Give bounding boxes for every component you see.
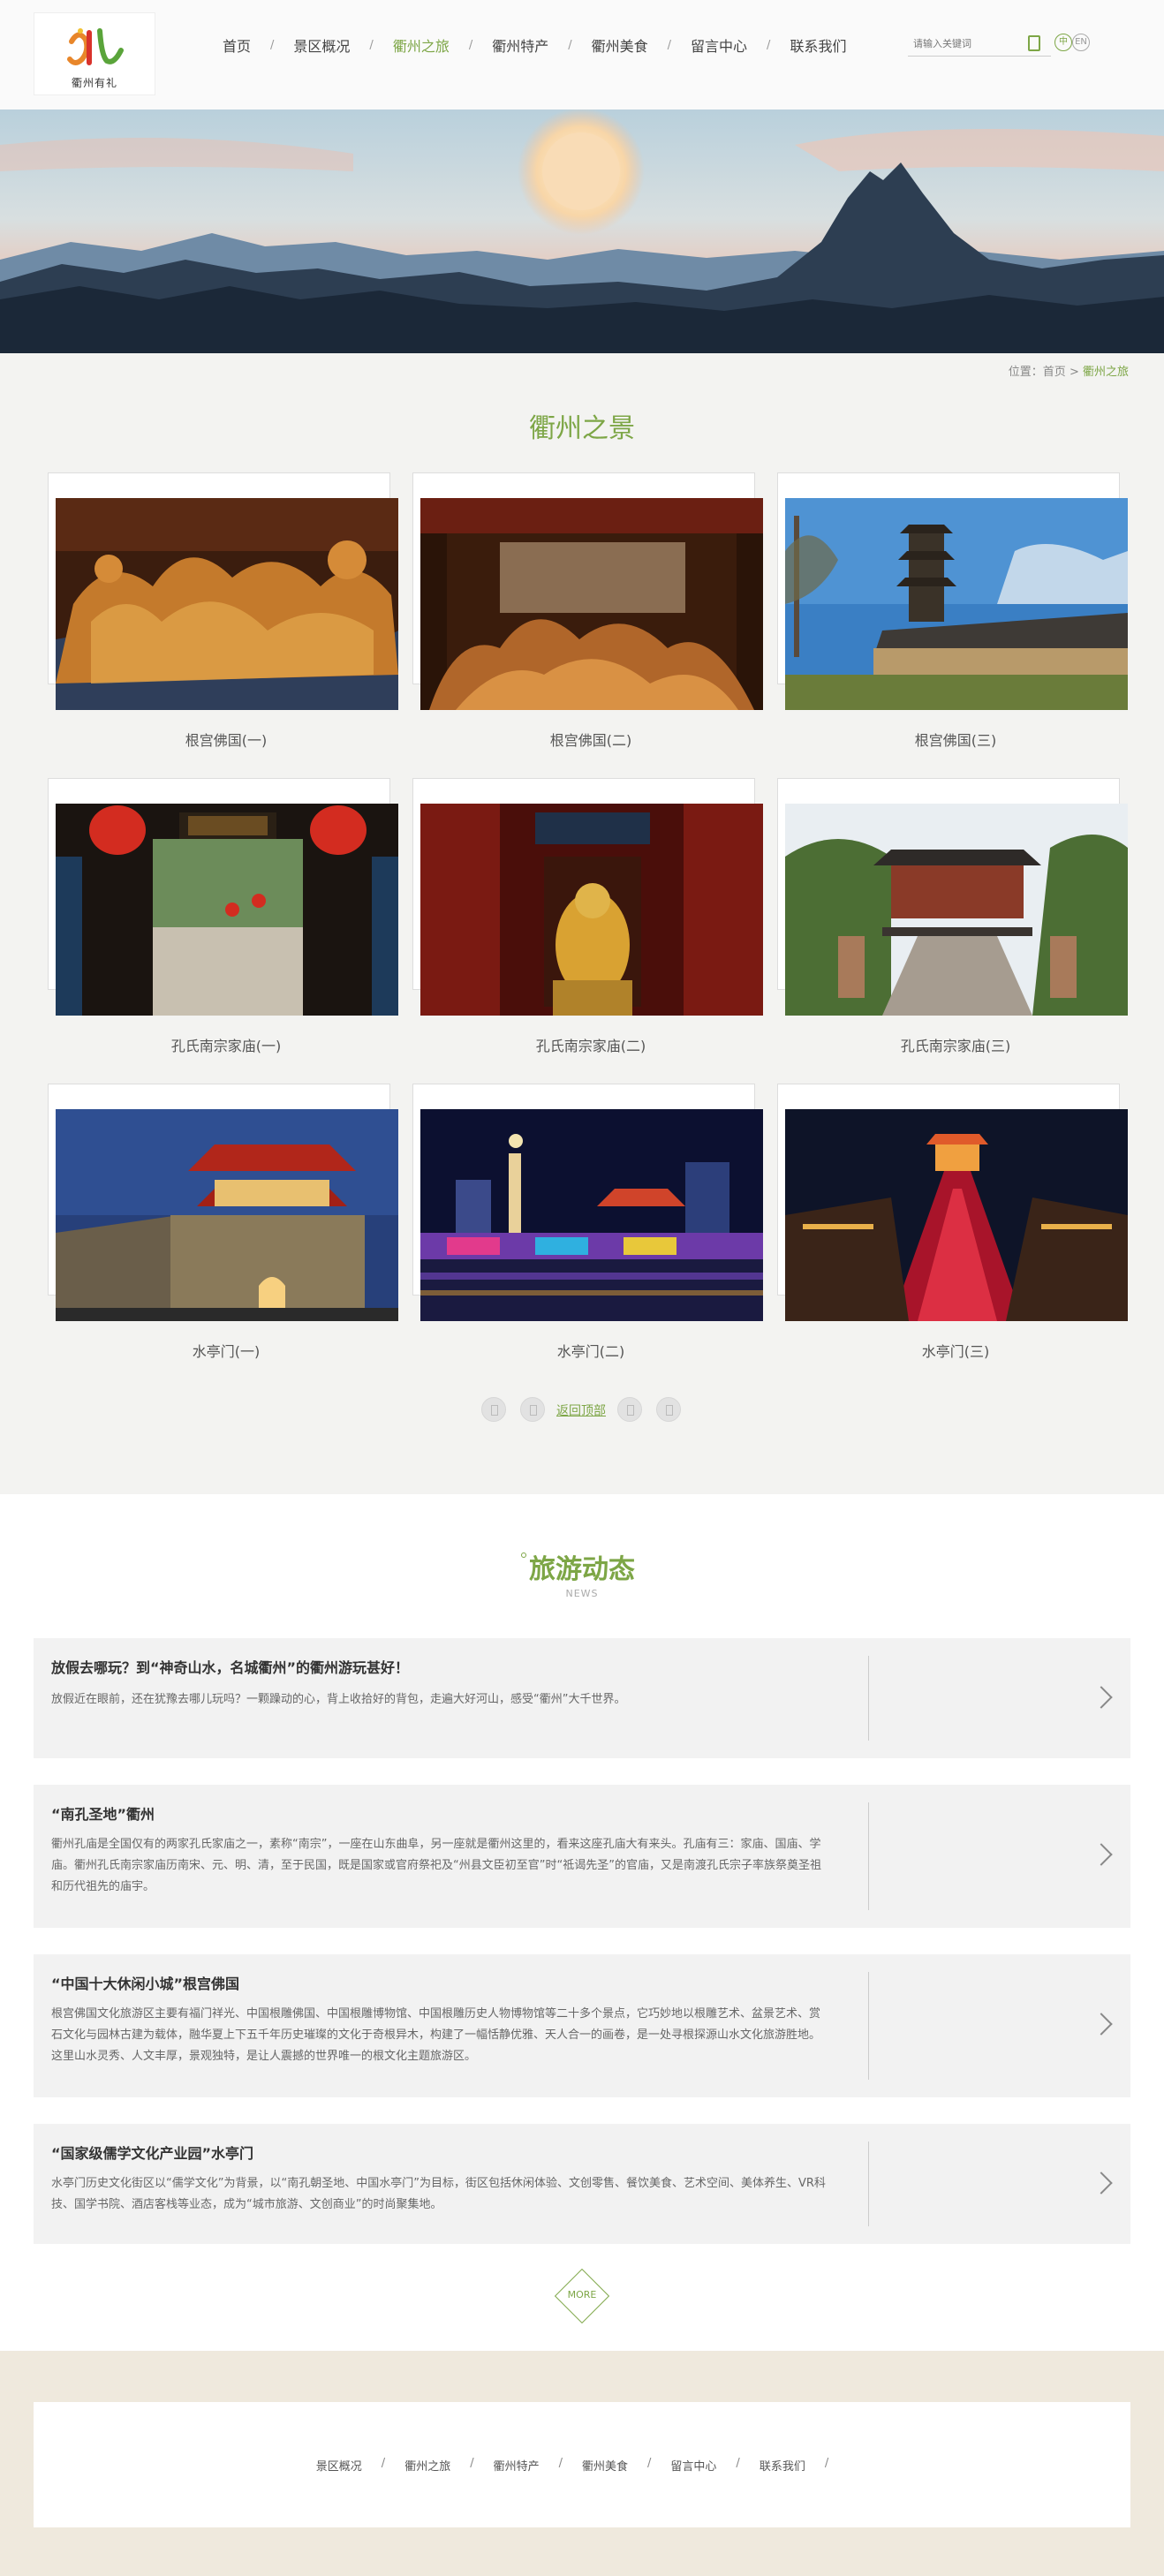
footer-link-contact[interactable]: 联系我们	[760, 2457, 805, 2474]
gallery-title: 衢州之景	[529, 413, 635, 444]
news-subtitle: NEWS	[565, 1588, 599, 1599]
footer-separator: /	[381, 2457, 386, 2470]
news-item[interactable]: “中国十大休闲小城”根宫佛国 根宫佛国文化旅游区主要有福门祥光、中国根雕佛国、中…	[34, 1954, 1130, 2097]
gallery-card[interactable]	[412, 1084, 763, 1321]
gallery-card[interactable]	[48, 472, 398, 710]
footer-separator: /	[736, 2457, 740, 2470]
breadcrumb-separator: >	[1069, 366, 1079, 379]
nav-item-home[interactable]: 首页	[203, 34, 270, 56]
gallery-caption[interactable]: 水亭门(二)	[419, 1340, 762, 1361]
news-title: 旅游动态	[529, 1554, 635, 1585]
chevron-right-icon[interactable]	[1090, 1843, 1113, 1866]
next-page-button[interactable]	[617, 1397, 642, 1422]
footer-separator: /	[647, 2457, 652, 2470]
footer: 景区概况 / 衢州之旅 / 衢州特产 / 衢州美食 / 留言中心 / 联系我们 …	[0, 2351, 1164, 2576]
main-nav: 首页 / 景区概况 / 衢州之旅 / 衢州特产 / 衢州美食 / 留言中心 / …	[203, 32, 865, 58]
search-icon[interactable]	[1028, 35, 1040, 51]
gallery-photo-root-palace-2[interactable]	[420, 498, 763, 710]
gallery-photo-confucius-temple-2[interactable]	[420, 804, 763, 1016]
gallery-photo-shuiting-gate-2[interactable]	[420, 1109, 763, 1321]
gallery-photo-shuiting-gate-3[interactable]	[785, 1109, 1128, 1321]
news-item[interactable]: 放假去哪玩？到“神奇山水，名城衢州”的衢州游玩甚好！ 放假近在眼前，还在犹豫去哪…	[34, 1638, 1130, 1758]
hero-banner	[0, 110, 1164, 353]
gallery-photo-confucius-temple-3[interactable]	[785, 804, 1128, 1016]
nav-item-travel[interactable]: 衢州之旅	[374, 34, 469, 56]
news-item-summary: 放假近在眼前，还在犹豫去哪儿玩吗？一颗躁动的心，背上收拾好的背包，走遍大好河山，…	[51, 1693, 626, 1706]
language-zh-button[interactable]: 中	[1054, 34, 1072, 51]
language-en-button[interactable]: EN	[1072, 34, 1090, 51]
search-box	[908, 32, 1051, 57]
breadcrumb-prefix: 位置：	[1008, 366, 1043, 379]
news-divider	[868, 1802, 869, 1910]
news-item-title[interactable]: 放假去哪玩？到“神奇山水，名城衢州”的衢州游玩甚好！	[51, 1656, 409, 1677]
news-item[interactable]: “南孔圣地”衢州 衢州孔庙是全国仅有的两家孔氏家庙之一，素称“南宗”，一座在山东…	[34, 1785, 1130, 1928]
chevron-right-icon[interactable]	[1090, 1686, 1113, 1709]
gallery-photo-confucius-temple-1[interactable]	[56, 804, 398, 1016]
footer-link-messages[interactable]: 留言中心	[670, 2457, 716, 2474]
logo-text: 衢州有礼	[71, 77, 117, 89]
news-item-title[interactable]: “中国十大休闲小城”根宫佛国	[51, 1972, 239, 1993]
gallery-photo-shuiting-gate-1[interactable]	[56, 1109, 398, 1321]
prev-page-button[interactable]	[520, 1397, 545, 1422]
footer-link-food[interactable]: 衢州美食	[582, 2457, 628, 2474]
gallery-card[interactable]	[48, 1084, 398, 1321]
breadcrumb-current: 衢州之旅	[1082, 366, 1129, 379]
header: 衢州有礼 首页 / 景区概况 / 衢州之旅 / 衢州特产 / 衢州美食 / 留言…	[0, 0, 1164, 110]
news-item-summary: 水亭门历史文化街区以“儒学文化”为背景，以“南孔朝圣地、中国水亭门”为目标，街区…	[51, 2177, 826, 2211]
news-item-summary: 根宫佛国文化旅游区主要有福门祥光、中国根雕佛国、中国根雕博物馆、中国根雕历史人物…	[51, 2007, 821, 2063]
search-input[interactable]	[908, 32, 1023, 55]
news-item[interactable]: “国家级儒学文化产业园”水亭门 水亭门历史文化街区以“儒学文化”为背景，以“南孔…	[34, 2124, 1130, 2244]
breadcrumb: 位置：首页 > 衢州之旅	[1009, 362, 1129, 379]
logo-icon	[67, 28, 124, 65]
gallery-card[interactable]	[48, 778, 398, 1016]
first-page-button[interactable]	[481, 1397, 506, 1422]
footer-link-overview[interactable]: 景区概况	[316, 2457, 362, 2474]
news-divider	[868, 1972, 869, 2080]
pagination: 返回顶部	[0, 1397, 1164, 1424]
nav-item-overview[interactable]: 景区概况	[274, 34, 369, 56]
gallery-caption[interactable]: 根宫佛国(一)	[55, 729, 397, 750]
footer-link-travel[interactable]: 衢州之旅	[404, 2457, 450, 2474]
gallery-caption[interactable]: 孔氏南宗家庙(一)	[55, 1034, 397, 1055]
gallery-card[interactable]	[777, 472, 1128, 710]
gallery-caption[interactable]: 根宫佛国(三)	[784, 729, 1127, 750]
nav-item-messages[interactable]: 留言中心	[671, 34, 767, 56]
mountain-sunset-image	[0, 110, 1164, 353]
gallery-card[interactable]	[777, 1084, 1128, 1321]
nav-item-contact[interactable]: 联系我们	[770, 34, 865, 56]
footer-separator: /	[824, 2457, 829, 2470]
chevron-right-icon[interactable]	[1090, 2013, 1113, 2036]
gallery-photo-root-palace-1[interactable]	[56, 498, 398, 710]
news-item-summary: 衢州孔庙是全国仅有的两家孔氏家庙之一，素称“南宗”，一座在山东曲阜，另一座就是衢…	[51, 1838, 821, 1893]
gallery-caption[interactable]: 孔氏南宗家庙(二)	[419, 1034, 762, 1055]
news-item-title[interactable]: “南孔圣地”衢州	[51, 1802, 155, 1824]
site-logo[interactable]: 衢州有礼	[34, 12, 155, 95]
gallery-card[interactable]	[777, 778, 1128, 1016]
footer-link-specialty[interactable]: 衢州特产	[494, 2457, 540, 2474]
gallery-caption[interactable]: 孔氏南宗家庙(三)	[784, 1034, 1127, 1055]
gallery-caption[interactable]: 水亭门(三)	[784, 1340, 1127, 1361]
gallery-card[interactable]	[412, 472, 763, 710]
breadcrumb-home[interactable]: 首页	[1043, 366, 1066, 379]
back-to-top-link[interactable]: 返回顶部	[556, 1401, 606, 1419]
last-page-button[interactable]	[656, 1397, 681, 1422]
gallery-photo-root-palace-3[interactable]	[785, 498, 1128, 710]
nav-item-food[interactable]: 衢州美食	[572, 34, 668, 56]
footer-panel: 景区概况 / 衢州之旅 / 衢州特产 / 衢州美食 / 留言中心 / 联系我们 …	[34, 2402, 1130, 2527]
gallery-card[interactable]	[412, 778, 763, 1016]
news-divider	[868, 1656, 869, 1741]
footer-separator: /	[470, 2457, 474, 2470]
gallery-caption[interactable]: 水亭门(一)	[55, 1340, 397, 1361]
footer-nav: 景区概况 / 衢州之旅 / 衢州特产 / 衢州美食 / 留言中心 / 联系我们 …	[34, 2457, 1130, 2474]
nav-item-specialty[interactable]: 衢州特产	[472, 34, 568, 56]
news-item-title[interactable]: “国家级儒学文化产业园”水亭门	[51, 2142, 253, 2163]
gallery-caption[interactable]: 根宫佛国(二)	[419, 729, 762, 750]
more-button-label[interactable]: MORE	[563, 2289, 601, 2300]
footer-separator: /	[558, 2457, 563, 2470]
news-divider	[868, 2142, 869, 2226]
chevron-right-icon[interactable]	[1090, 2172, 1113, 2195]
